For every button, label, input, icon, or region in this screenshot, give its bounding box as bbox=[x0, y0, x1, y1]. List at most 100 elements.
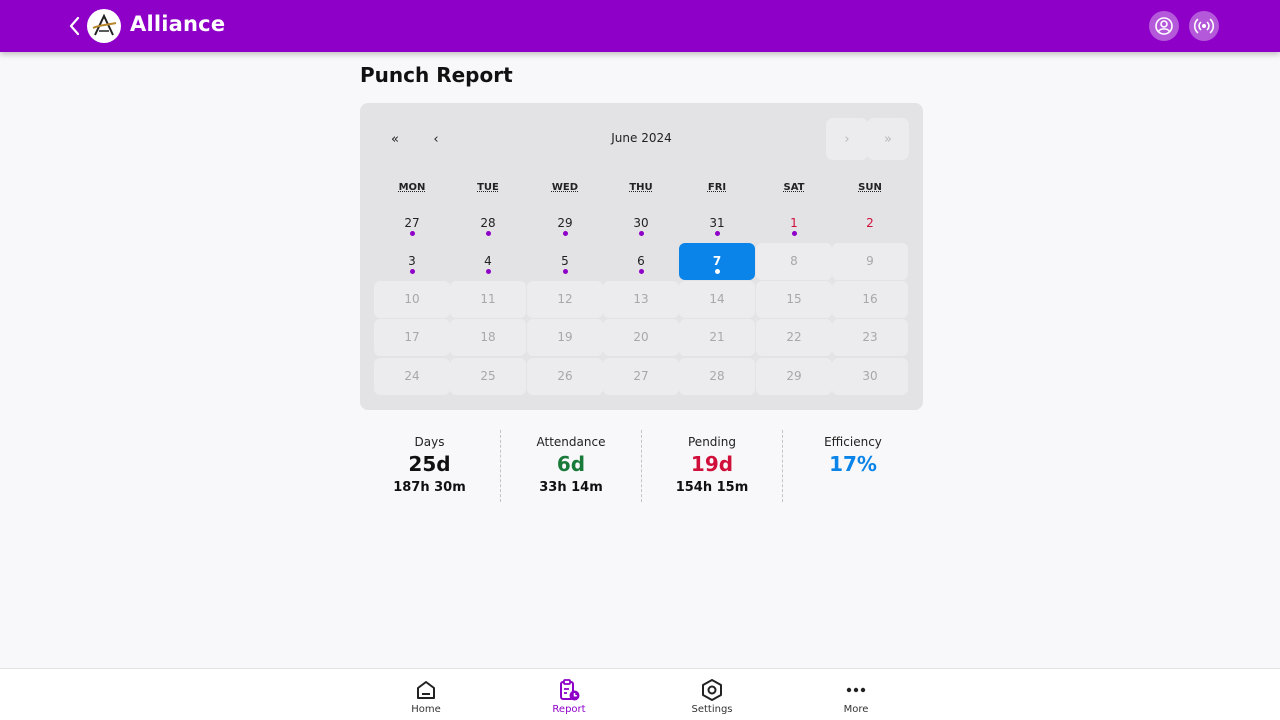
calendar-day[interactable]: 30 bbox=[603, 205, 679, 242]
calendar-day: 27 bbox=[603, 358, 679, 395]
broadcast-icon bbox=[1193, 18, 1215, 34]
day-number: 26 bbox=[557, 368, 573, 383]
day-number: 6 bbox=[637, 253, 645, 268]
calendar-day[interactable]: 28 bbox=[450, 205, 526, 242]
nav-label: More bbox=[843, 704, 869, 715]
day-number: 29 bbox=[786, 368, 802, 383]
day-number: 1 bbox=[790, 215, 798, 230]
punch-indicator-dot bbox=[486, 231, 491, 236]
weekday-label: FRI bbox=[707, 182, 727, 193]
calendar-day: 22 bbox=[756, 319, 832, 356]
stat-label: Efficiency bbox=[824, 435, 882, 449]
alliance-logo-icon bbox=[92, 13, 117, 36]
day-number: 28 bbox=[709, 368, 725, 383]
calendar-day: 10 bbox=[374, 281, 450, 318]
day-number: 20 bbox=[633, 329, 649, 344]
day-number: 11 bbox=[480, 291, 496, 306]
day-number: 23 bbox=[862, 329, 878, 344]
day-number: 25 bbox=[480, 368, 496, 383]
stat-sub: 187h 30m bbox=[393, 480, 466, 495]
day-number: 8 bbox=[790, 253, 798, 268]
nav-more[interactable]: More bbox=[811, 669, 901, 720]
nav-label: Report bbox=[552, 704, 586, 715]
nav-report[interactable]: Report bbox=[524, 669, 614, 720]
calendar-day: 8 bbox=[756, 243, 832, 280]
calendar-day: 23 bbox=[832, 319, 908, 356]
more-dots-icon bbox=[844, 678, 868, 702]
punch-indicator-dot bbox=[639, 231, 644, 236]
back-button[interactable] bbox=[64, 14, 84, 38]
day-number: 7 bbox=[712, 253, 722, 268]
broadcast-button[interactable] bbox=[1189, 11, 1219, 41]
day-number: 3 bbox=[408, 253, 416, 268]
stat-value: 25d bbox=[408, 452, 451, 476]
day-number: 30 bbox=[862, 368, 878, 383]
calendar-day: 14 bbox=[679, 281, 755, 318]
punch-indicator-dot bbox=[486, 269, 491, 274]
weekday-label: MON bbox=[398, 182, 426, 193]
day-number: 27 bbox=[404, 215, 420, 230]
calendar-day[interactable]: 31 bbox=[679, 205, 755, 242]
stat-value: 6d bbox=[556, 452, 586, 476]
calendar-day: 18 bbox=[450, 319, 526, 356]
calendar-day: 30 bbox=[832, 358, 908, 395]
calendar-day[interactable]: 1 bbox=[756, 205, 832, 242]
punch-indicator-dot bbox=[792, 231, 797, 236]
user-circle-icon bbox=[1155, 17, 1173, 35]
day-number: 21 bbox=[709, 329, 725, 344]
day-number: 13 bbox=[633, 291, 649, 306]
calendar-day[interactable]: 2 bbox=[832, 205, 908, 242]
calendar-day[interactable]: 27 bbox=[374, 205, 450, 242]
nav-home[interactable]: Home bbox=[381, 669, 471, 720]
report-clipboard-icon bbox=[557, 678, 581, 702]
stat-label: Pending bbox=[688, 435, 736, 449]
calendar-day: 24 bbox=[374, 358, 450, 395]
home-icon bbox=[414, 678, 438, 702]
punch-indicator-dot bbox=[715, 231, 720, 236]
calendar-day[interactable]: 3 bbox=[374, 243, 450, 280]
chevron-left-icon bbox=[69, 16, 80, 36]
calendar-day: 20 bbox=[603, 319, 679, 356]
calendar-day: 19 bbox=[527, 319, 603, 356]
stat-pending: Pending 19d 154h 15m bbox=[641, 430, 782, 502]
day-number: 24 bbox=[404, 368, 420, 383]
calendar-day: 21 bbox=[679, 319, 755, 356]
calendar-day: 13 bbox=[603, 281, 679, 318]
calendar-day[interactable]: 5 bbox=[527, 243, 603, 280]
weekday-label: THU bbox=[629, 182, 653, 193]
weekday-label: SAT bbox=[783, 182, 805, 193]
calendar-day: 12 bbox=[527, 281, 603, 318]
nav-settings[interactable]: Settings bbox=[667, 669, 757, 720]
calendar-day[interactable]: 6 bbox=[603, 243, 679, 280]
calendar-day: 28 bbox=[679, 358, 755, 395]
stat-value: 19d bbox=[690, 452, 734, 476]
page-title: Punch Report bbox=[360, 63, 513, 87]
day-number: 29 bbox=[557, 215, 573, 230]
day-number: 30 bbox=[633, 215, 649, 230]
day-number: 2 bbox=[866, 215, 874, 230]
day-number: 17 bbox=[404, 329, 420, 344]
bottom-navigation: Home Report Settings More bbox=[0, 668, 1280, 720]
stat-value: 17% bbox=[829, 452, 877, 476]
nav-label: Settings bbox=[691, 704, 733, 715]
day-number: 19 bbox=[557, 329, 573, 344]
calendar-day-selected[interactable]: 7 bbox=[679, 243, 755, 280]
calendar-day: 11 bbox=[450, 281, 526, 318]
calendar-day[interactable]: 29 bbox=[527, 205, 603, 242]
calendar-day[interactable]: 4 bbox=[450, 243, 526, 280]
app-title: Alliance bbox=[130, 12, 226, 36]
punch-indicator-dot bbox=[715, 269, 720, 274]
calendar-day: 29 bbox=[756, 358, 832, 395]
stat-label: Days bbox=[414, 435, 445, 449]
last-month-button[interactable]: » bbox=[867, 118, 909, 160]
day-number: 15 bbox=[786, 291, 802, 306]
stat-label: Attendance bbox=[536, 435, 606, 449]
calendar-day: 15 bbox=[756, 281, 832, 318]
profile-button[interactable] bbox=[1149, 11, 1179, 41]
nav-label: Home bbox=[411, 704, 441, 715]
next-month-button[interactable]: › bbox=[826, 118, 868, 160]
calendar-day: 17 bbox=[374, 319, 450, 356]
settings-hex-icon bbox=[700, 678, 724, 702]
day-number: 12 bbox=[557, 291, 573, 306]
calendar-day: 26 bbox=[527, 358, 603, 395]
